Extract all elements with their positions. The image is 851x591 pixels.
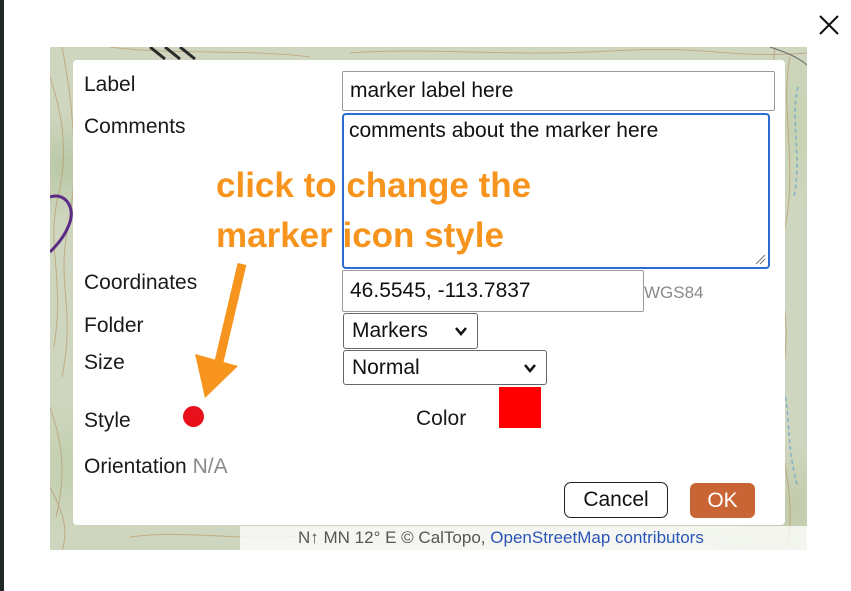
- folder-select[interactable]: Markers: [343, 313, 478, 349]
- chevron-down-icon: [455, 327, 467, 336]
- close-icon[interactable]: [816, 12, 842, 38]
- style-caption: Style: [84, 409, 131, 432]
- label-input[interactable]: [342, 71, 775, 111]
- map-attribution: N↑ MN 12° E © CalTopo, OpenStreetMap con…: [240, 526, 807, 550]
- osm-link[interactable]: OpenStreetMap contributors: [490, 528, 704, 547]
- size-select[interactable]: Normal: [343, 350, 547, 385]
- resize-grip-icon[interactable]: [754, 253, 766, 265]
- datum-label: WGS84: [644, 283, 704, 302]
- coordinates-input[interactable]: [342, 270, 644, 312]
- annotation-arrow: [195, 262, 247, 398]
- annotation-line-2: marker icon style: [216, 216, 504, 255]
- cancel-button[interactable]: Cancel: [564, 482, 668, 518]
- copyright-text: © CalTopo,: [401, 528, 486, 547]
- coordinates-caption: Coordinates: [84, 271, 198, 294]
- orientation-caption: Orientation N/A: [84, 455, 228, 479]
- orientation-value: N/A: [192, 455, 228, 478]
- annotation-text: click to change the marker icon style: [216, 161, 531, 261]
- size-caption: Size: [84, 351, 125, 374]
- annotation-line-1: click to change the: [216, 166, 532, 205]
- color-caption: Color: [416, 407, 467, 430]
- label-caption: Label: [84, 73, 136, 96]
- style-marker-icon[interactable]: [183, 406, 204, 427]
- comments-caption: Comments: [84, 115, 186, 138]
- orientation-caption-text: Orientation: [84, 455, 187, 478]
- declination-text: N↑ MN 12° E: [298, 528, 397, 547]
- chevron-down-icon: [524, 363, 536, 373]
- color-swatch[interactable]: [499, 387, 541, 428]
- folder-caption: Folder: [84, 314, 144, 337]
- folder-select-value: Markers: [352, 319, 428, 342]
- size-select-value: Normal: [352, 355, 420, 379]
- ok-button[interactable]: OK: [690, 483, 755, 518]
